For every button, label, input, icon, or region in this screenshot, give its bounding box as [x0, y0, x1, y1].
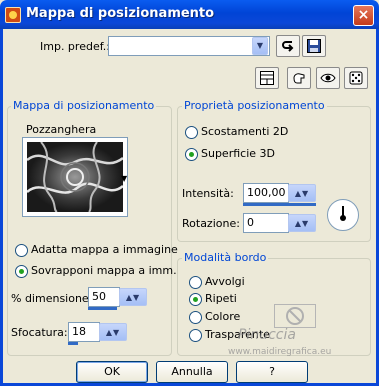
rotation-stepper[interactable]: ▲▼	[288, 214, 316, 232]
save-disk-glyph	[307, 39, 321, 53]
radio-transparent[interactable]	[189, 329, 202, 342]
blur-slider[interactable]	[68, 342, 78, 345]
intensity-slider[interactable]	[243, 203, 316, 206]
save-disk-icon[interactable]	[302, 35, 326, 57]
watermark-url: www.maidiregrafica.eu	[228, 347, 332, 357]
radio-repeat[interactable]	[189, 293, 202, 306]
dice-glyph	[349, 71, 363, 85]
title-bar[interactable]: Mappa di posizionamento ×	[0, 0, 379, 29]
radio-fit-map[interactable]	[15, 244, 28, 257]
radio-repeat-label: Ripeti	[205, 292, 237, 305]
cancel-button[interactable]: Annulla	[156, 361, 228, 383]
dimension-stepper[interactable]: ▲▼	[119, 288, 147, 306]
rotation-label: Rotazione:	[182, 217, 240, 230]
map-preview-image	[27, 142, 123, 212]
map-preview-frame[interactable]: ▼	[22, 137, 128, 217]
ok-button[interactable]: OK	[76, 361, 148, 383]
map-dropdown-arrow[interactable]: ▼	[121, 174, 127, 183]
dimension-slider[interactable]	[88, 307, 117, 310]
intensity-label: Intensità:	[182, 187, 234, 200]
eye-icon[interactable]	[316, 67, 340, 89]
map-group-title: Mappa di posizionamento	[11, 99, 157, 112]
radio-tile-map[interactable]	[15, 265, 28, 278]
app-icon	[5, 7, 21, 23]
rotation-input[interactable]: 0	[243, 213, 289, 233]
rotation-dial[interactable]	[327, 199, 359, 231]
radio-3d-surface-label: Superficie 3D	[201, 147, 275, 160]
dimension-input[interactable]: 50	[88, 287, 120, 307]
dice-icon[interactable]	[344, 67, 368, 89]
blur-input[interactable]: 18	[68, 322, 100, 342]
pointing-hand-icon[interactable]	[287, 67, 311, 89]
radio-wrap-label: Avvolgi	[205, 275, 245, 288]
preset-label: Imp. predef.:	[40, 40, 110, 53]
reset-arrow-glyph	[282, 41, 294, 52]
window-title: Mappa di posizionamento	[26, 6, 215, 21]
radio-wrap[interactable]	[189, 276, 202, 289]
layout-glyph	[260, 71, 274, 85]
close-button[interactable]: ×	[353, 5, 374, 26]
radio-2d-offsets-label: Scostamenti 2D	[201, 125, 289, 138]
pointing-hand-glyph	[293, 73, 305, 84]
radio-3d-surface[interactable]	[185, 148, 198, 161]
props-group-title: Proprietà posizionamento	[182, 99, 327, 112]
reset-arrow-icon[interactable]	[276, 35, 300, 57]
layout-icon[interactable]	[255, 67, 279, 89]
color-swatch-disabled[interactable]	[274, 304, 316, 328]
window-frame-left	[0, 29, 3, 386]
intensity-input[interactable]: 100,00	[243, 183, 289, 203]
watermark-name: Pinuccia	[238, 327, 296, 343]
chevron-down-icon[interactable]: ▼	[252, 37, 268, 55]
radio-fit-map-label: Adatta mappa a immagine	[31, 243, 178, 256]
dimension-label: % dimensione:	[11, 292, 93, 305]
eye-glyph	[320, 73, 336, 83]
no-color-icon	[286, 307, 304, 325]
blur-stepper[interactable]: ▲▼	[99, 323, 127, 341]
map-name: Pozzanghera	[26, 123, 97, 136]
blur-label: Sfocatura:	[11, 326, 68, 339]
radio-tile-map-label: Sovrapponi mappa a imm.	[31, 264, 177, 277]
radio-color-label: Colore	[205, 310, 241, 323]
help-button[interactable]: ?	[236, 361, 308, 383]
radio-2d-offsets[interactable]	[185, 126, 198, 139]
radio-color[interactable]	[189, 311, 202, 324]
intensity-stepper[interactable]: ▲▼	[288, 184, 316, 202]
preset-input[interactable]	[108, 36, 270, 56]
rotation-dial-hub	[340, 215, 346, 221]
edge-group-title: Modalità bordo	[182, 251, 269, 264]
